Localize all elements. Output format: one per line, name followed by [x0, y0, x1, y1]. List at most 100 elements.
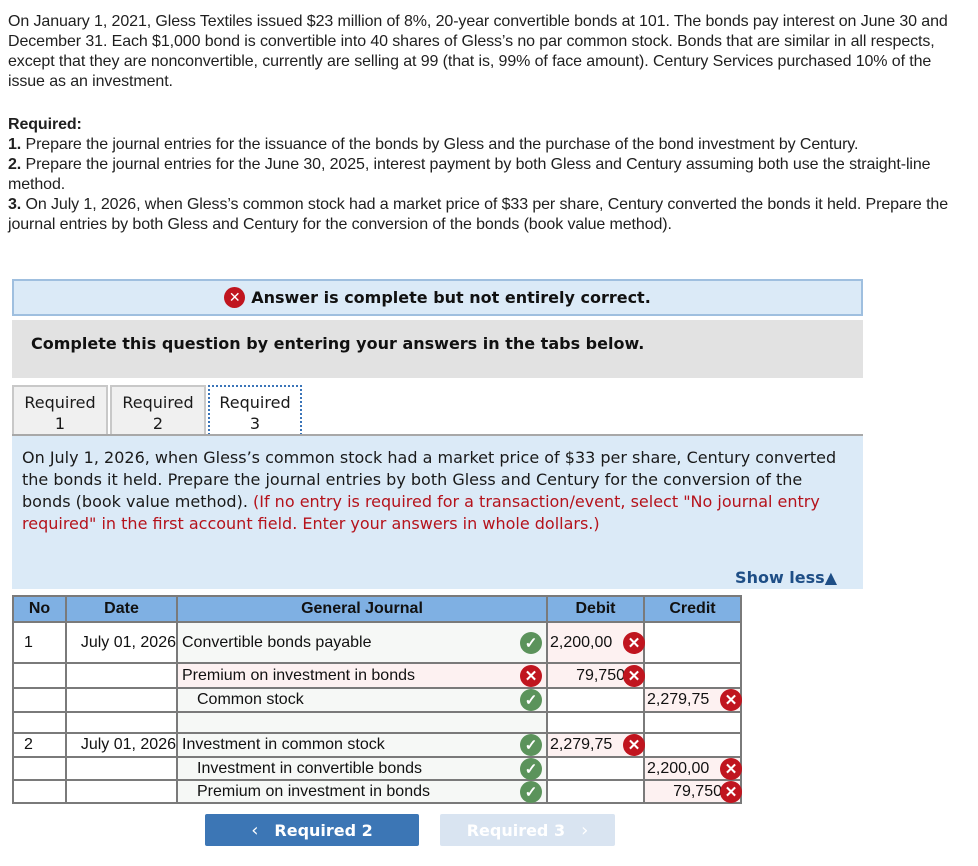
journal-row: Common stock ✓ 2,279,75 ✕: [12, 687, 742, 713]
instructions-banner: Complete this question by entering your …: [12, 320, 863, 378]
credit-field[interactable]: [643, 621, 742, 664]
tab-required-2[interactable]: Required 2: [110, 385, 206, 435]
account-field[interactable]: Common stock ✓: [176, 687, 548, 713]
chevron-left-icon: ‹: [251, 819, 259, 841]
entry-number: [12, 687, 67, 713]
account-field[interactable]: [176, 711, 548, 734]
account-field-text: Premium on investment in bonds: [197, 782, 430, 800]
required-title: Required:: [8, 116, 82, 133]
credit-field[interactable]: [643, 732, 742, 758]
entry-date[interactable]: [65, 756, 178, 781]
debit-field[interactable]: [546, 756, 645, 781]
entry-date[interactable]: [65, 687, 178, 713]
entry-number-text: 2: [24, 736, 33, 753]
journal-row: Premium on investment in bonds ✕ 79,750 ✕: [12, 662, 742, 689]
debit-field[interactable]: 2,279,75 ✕: [546, 732, 645, 758]
entry-date-text: July 01, 2026: [80, 736, 176, 753]
entry-number: [12, 779, 67, 804]
debit-field[interactable]: [546, 711, 645, 734]
debit-field[interactable]: [546, 687, 645, 713]
entry-number: [12, 756, 67, 781]
account-field-text: Common stock: [197, 691, 304, 708]
credit-field[interactable]: [643, 711, 742, 734]
account-field[interactable]: Premium on investment in bonds ✓: [176, 779, 548, 804]
incorrect-x-icon: ✕: [720, 689, 742, 711]
debit-field[interactable]: [546, 779, 645, 804]
chevron-right-icon: ›: [581, 819, 589, 841]
tab-number: 2: [152, 414, 164, 433]
incorrect-icon: ✕: [224, 287, 246, 308]
journal-row: 1 July 01, 2026 Convertible bonds payable ✓…: [12, 621, 742, 664]
credit-field[interactable]: [643, 662, 742, 689]
header-general-journal: General Journal: [176, 595, 548, 623]
incorrect-x-icon: ✕: [623, 664, 645, 687]
correct-check-icon: ✓: [520, 780, 542, 803]
entry-date[interactable]: [65, 779, 178, 804]
debit-field[interactable]: 2,200,00 ✕: [546, 621, 645, 664]
tab-label: Required: [24, 393, 96, 412]
tab-number: 1: [54, 414, 66, 433]
required-item-1: 1. Prepare the journal entries for the i…: [8, 135, 958, 155]
required-item-text: Prepare the journal entries for the June…: [8, 156, 931, 193]
credit-field[interactable]: 2,279,75 ✕: [643, 687, 742, 713]
credit-field-text: 79,750: [673, 782, 722, 800]
correct-check-icon: ✓: [520, 631, 542, 654]
tab-number: 3: [249, 414, 261, 433]
account-field[interactable]: Convertible bonds payable ✓: [176, 621, 548, 664]
credit-field-text: 2,200,00: [647, 759, 710, 777]
account-field-text: Investment in convertible bonds: [197, 759, 423, 777]
tab-required-1[interactable]: Required 1: [12, 385, 108, 435]
entry-date[interactable]: [65, 662, 178, 689]
entry-number: [12, 711, 67, 734]
problem-statement: On January 1, 2021, Gless Textiles issue…: [8, 13, 948, 90]
required-item-3: 3. On July 1, 2026, when Gless’s common …: [8, 195, 958, 235]
debit-field[interactable]: 79,750 ✕: [546, 662, 645, 689]
incorrect-x-icon: ✕: [623, 631, 645, 654]
general-journal-table: No Date General Journal Debit Credit 1 Ju…: [12, 595, 742, 804]
next-label: Required 3: [466, 820, 566, 840]
incorrect-x-icon: ✕: [720, 780, 742, 803]
entry-number-text: 1: [24, 633, 33, 651]
account-field-text: Convertible bonds payable: [182, 633, 372, 651]
credit-field[interactable]: 79,750 ✕: [643, 779, 742, 804]
status-message: Answer is complete but not entirely corr…: [251, 288, 651, 307]
entry-number: 2: [12, 732, 67, 758]
credit-field[interactable]: 2,200,00 ✕: [643, 756, 742, 781]
tab-label: Required: [219, 393, 291, 412]
required-item-text: On July 1, 2026, when Gless’s common sto…: [8, 196, 949, 233]
debit-field-text: 2,200,00: [550, 633, 613, 651]
journal-row: [12, 711, 742, 734]
required-item-number: 3.: [8, 196, 22, 213]
header-date: Date: [65, 595, 178, 623]
entry-date[interactable]: July 01, 2026: [65, 732, 178, 758]
credit-field-text: 2,279,75: [647, 691, 710, 708]
header-debit: Debit: [546, 595, 645, 623]
journal-row: Investment in convertible bonds ✓ 2,200,00…: [12, 756, 742, 781]
required-item-2: 2. Prepare the journal entries for the J…: [8, 155, 958, 195]
previous-required-button[interactable]: ‹ Required 2: [205, 814, 419, 846]
question-panel: On July 1, 2026, when Gless’s common sto…: [12, 436, 863, 589]
entry-number: [12, 662, 67, 689]
journal-row: 2 July 01, 2026 Investment in common stock…: [12, 732, 742, 758]
required-section: Required: 1. Prepare the journal entries…: [8, 115, 958, 235]
journal-header-row: No Date General Journal Debit Credit: [12, 595, 742, 623]
correct-check-icon: ✓: [520, 689, 542, 711]
incorrect-x-icon: ✕: [720, 757, 742, 780]
account-field[interactable]: Investment in convertible bonds ✓: [176, 756, 548, 781]
account-field[interactable]: Premium on investment in bonds ✕: [176, 662, 548, 689]
journal-row: Premium on investment in bonds ✓ 79,750 ✕: [12, 779, 742, 804]
incorrect-x-icon: ✕: [623, 734, 645, 756]
required-item-number: 2.: [8, 156, 22, 173]
correct-check-icon: ✓: [520, 734, 542, 756]
account-field[interactable]: Investment in common stock ✓: [176, 732, 548, 758]
header-credit: Credit: [643, 595, 742, 623]
entry-date-text: July 01, 2026: [80, 633, 176, 651]
required-item-number: 1.: [8, 136, 22, 153]
entry-date[interactable]: July 01, 2026: [65, 621, 178, 664]
tab-required-3[interactable]: Required 3: [208, 385, 302, 435]
tab-label: Required: [122, 393, 194, 412]
entry-date[interactable]: [65, 711, 178, 734]
header-no: No: [12, 595, 67, 623]
required-tabs: Required 1 Required 2 Required 3: [12, 385, 302, 435]
show-less-toggle[interactable]: Show less▲: [735, 567, 837, 589]
